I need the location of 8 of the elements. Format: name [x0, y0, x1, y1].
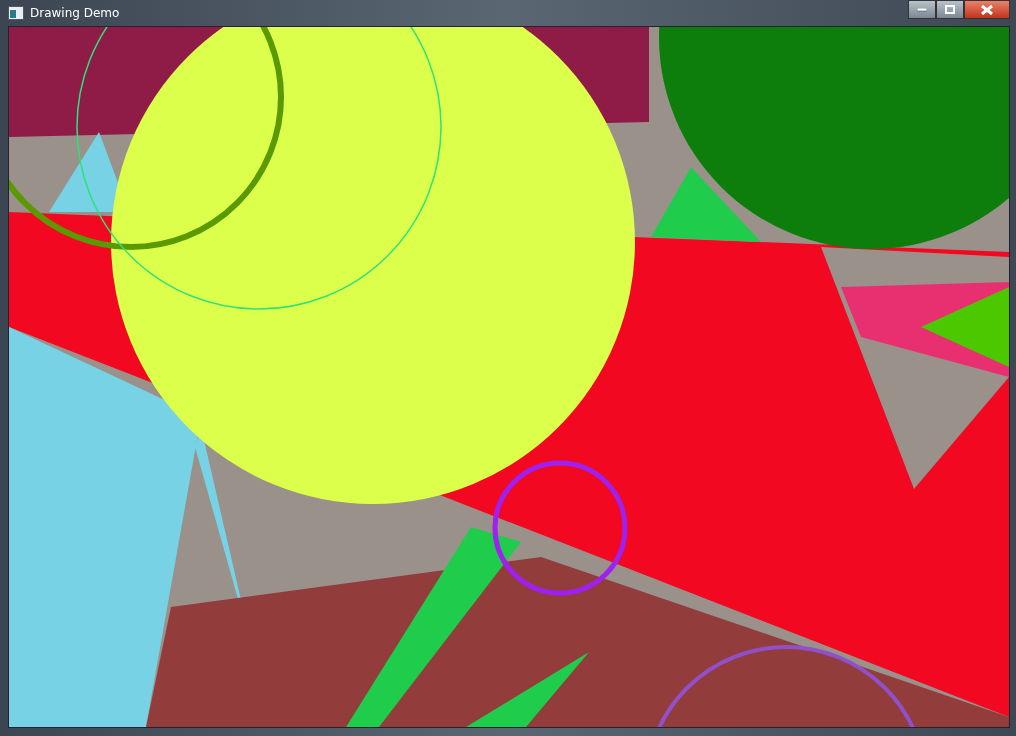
- window-icon: [8, 6, 24, 20]
- window-title: Drawing Demo: [30, 6, 120, 20]
- maximize-button[interactable]: [936, 0, 964, 19]
- minimize-icon: [917, 7, 927, 12]
- minimize-button[interactable]: [908, 0, 936, 19]
- close-button[interactable]: [964, 0, 1010, 19]
- maximize-icon: [945, 5, 955, 14]
- close-icon: [981, 4, 993, 15]
